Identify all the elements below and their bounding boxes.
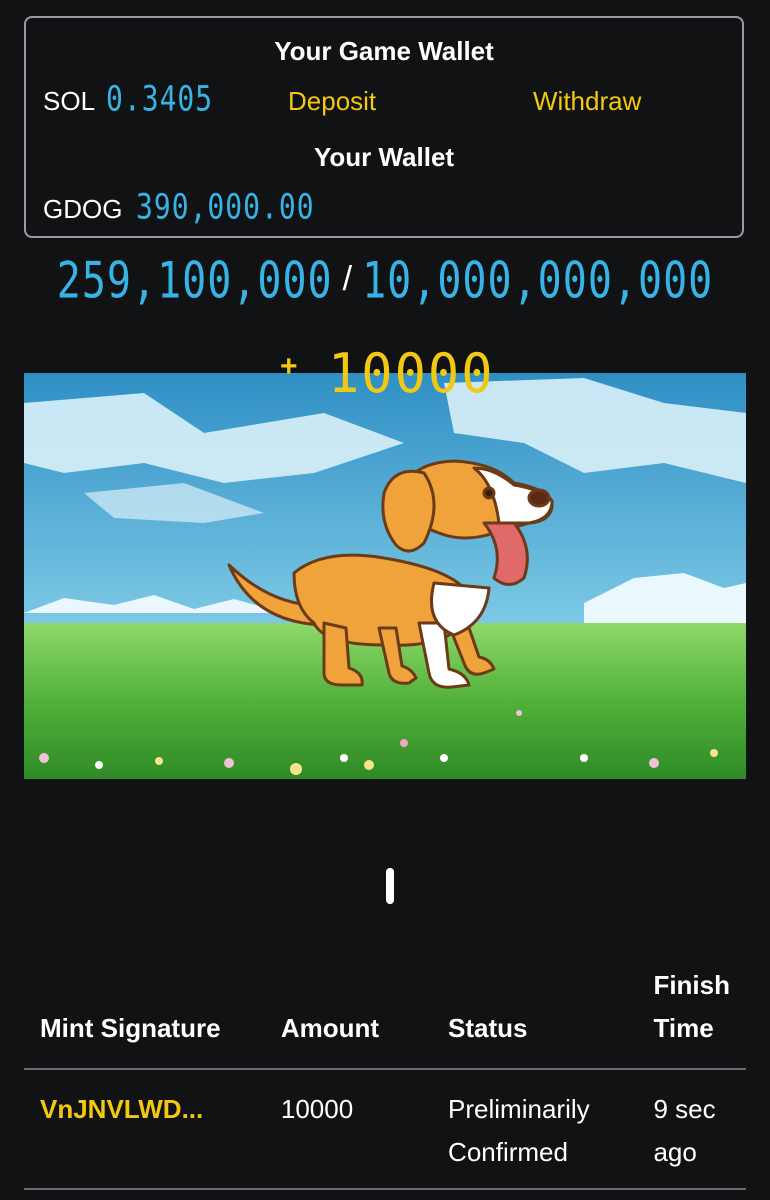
game-scene[interactable]: [24, 373, 746, 779]
loading-spinner-icon: [386, 868, 394, 904]
reward-popup: + 10000: [280, 340, 510, 406]
wallet-panel: Your Game Wallet SOL 0.3405 Deposit With…: [24, 16, 744, 238]
sol-balance: 0.3405: [106, 77, 214, 120]
dog-meadow-illustration[interactable]: [24, 373, 746, 779]
mint-signature-link[interactable]: VnJNVLWD...: [24, 1069, 265, 1190]
header-status: Status: [432, 958, 638, 1070]
header-finish-time: Finish Time: [637, 958, 746, 1070]
supply-separator: /: [342, 260, 353, 298]
game-wallet-title: Your Game Wallet: [274, 36, 494, 66]
table-row: VnJNVLWD... 10000 Preliminarily Confirme…: [24, 1069, 746, 1190]
supply-counter: 259,100,000/10,000,000,000: [0, 252, 770, 310]
mint-finish-time: 9 sec ago: [637, 1069, 746, 1190]
reward-plus-sign: +: [280, 350, 298, 383]
sol-label: SOL: [43, 86, 96, 116]
mint-status: Preliminarily Confirmed: [432, 1069, 638, 1190]
deposit-button[interactable]: Deposit: [288, 86, 376, 117]
gdog-label: GDOG: [43, 194, 123, 224]
total-supply: 10,000,000,000: [362, 252, 714, 310]
reward-amount: 10000: [328, 342, 495, 406]
mint-table-header: Mint Signature Amount Status Finish Time: [24, 958, 746, 1070]
mint-table: Mint Signature Amount Status Finish Time…: [24, 958, 746, 1190]
minted-supply: 259,100,000: [56, 252, 333, 310]
wallet-title: Your Wallet: [313, 142, 455, 172]
header-amount: Amount: [264, 958, 433, 1070]
withdraw-button[interactable]: Withdraw: [533, 86, 641, 117]
gdog-balance: 390,000.00: [136, 185, 315, 228]
mint-amount: 10000: [264, 1069, 433, 1190]
header-mint-signature: Mint Signature: [24, 958, 265, 1070]
